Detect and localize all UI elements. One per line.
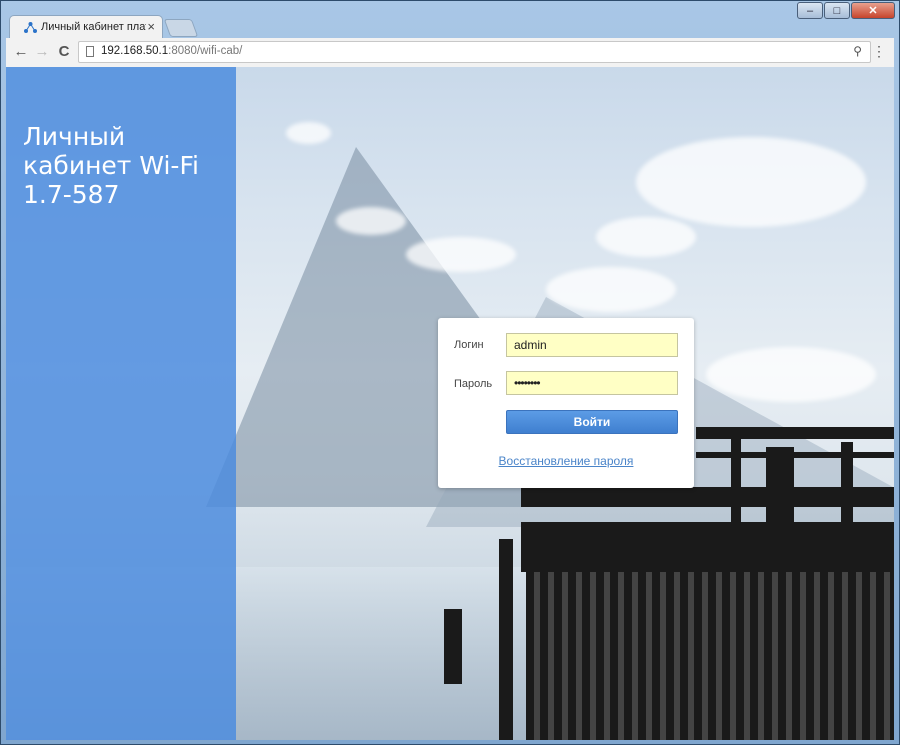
- page-title-line1: Личный: [23, 122, 126, 151]
- page-title: Личный кабинет Wi-Fi 1.7-587: [23, 122, 223, 209]
- forward-icon[interactable]: →: [33, 43, 51, 61]
- page-icon: [86, 46, 94, 57]
- tab-close-icon[interactable]: ×: [147, 19, 155, 34]
- background-cloud: [636, 137, 866, 227]
- page-content: Личный кабинет Wi-Fi 1.7-587 Логин admin…: [6, 67, 894, 740]
- close-window-button[interactable]: ✕: [851, 2, 895, 19]
- back-icon[interactable]: ←: [12, 43, 30, 61]
- background-cloud: [546, 267, 676, 312]
- minimize-button[interactable]: –: [797, 2, 823, 19]
- pier-post: [731, 437, 741, 527]
- pier-post: [444, 609, 462, 684]
- page-title-line3: 1.7-587: [23, 180, 120, 209]
- url-path: :8080/wifi-cab/: [168, 45, 243, 57]
- pier-post: [841, 442, 853, 532]
- pier-post: [766, 447, 794, 527]
- login-input[interactable]: admin: [506, 333, 678, 357]
- url-host: 192.168.50.1: [101, 45, 169, 57]
- pier-post: [499, 539, 513, 740]
- login-form: Логин admin Пароль •••••••• Войти Восста…: [438, 318, 694, 488]
- browser-toolbar: ← → C 192.168.50.1:8080/wifi-cab/ ⚲ ⋮: [6, 38, 894, 67]
- menu-icon[interactable]: ⋮: [872, 43, 886, 60]
- password-recovery-link[interactable]: Восстановление пароля: [438, 454, 694, 468]
- address-bar[interactable]: 192.168.50.1:8080/wifi-cab/ ⚲: [78, 41, 871, 63]
- pier-railing: [696, 452, 894, 458]
- background-cloud: [336, 207, 406, 235]
- title-bar: Личный кабинет платф × – □ ✕: [1, 1, 899, 39]
- browser-tab[interactable]: Личный кабинет платф ×: [9, 15, 163, 39]
- background-cloud: [706, 347, 876, 402]
- window-controls: – □ ✕: [797, 2, 895, 20]
- reload-icon[interactable]: C: [55, 43, 73, 61]
- maximize-button[interactable]: □: [824, 2, 850, 19]
- background-cloud: [286, 122, 331, 144]
- sidebar: Личный кабинет Wi-Fi 1.7-587: [6, 67, 236, 740]
- pier-deck: [521, 522, 894, 572]
- tab-title: Личный кабинет платф: [41, 21, 146, 33]
- pier-railing: [696, 427, 894, 439]
- login-label: Логин: [454, 339, 484, 351]
- background-cloud: [596, 217, 696, 257]
- page-title-line2: кабинет Wi-Fi: [23, 151, 199, 180]
- pier-railing: [521, 487, 894, 507]
- network-icon: [24, 22, 37, 33]
- background-cloud: [406, 237, 516, 272]
- url-text: 192.168.50.1:8080/wifi-cab/: [101, 45, 242, 57]
- new-tab-button[interactable]: [163, 19, 199, 37]
- key-icon[interactable]: ⚲: [853, 44, 862, 58]
- password-input[interactable]: ••••••••: [506, 371, 678, 395]
- browser-window: Личный кабинет платф × – □ ✕ ← → C 192.1…: [0, 0, 900, 745]
- pier-posts: [526, 572, 894, 740]
- password-label: Пароль: [454, 378, 493, 390]
- login-button[interactable]: Войти: [506, 410, 678, 434]
